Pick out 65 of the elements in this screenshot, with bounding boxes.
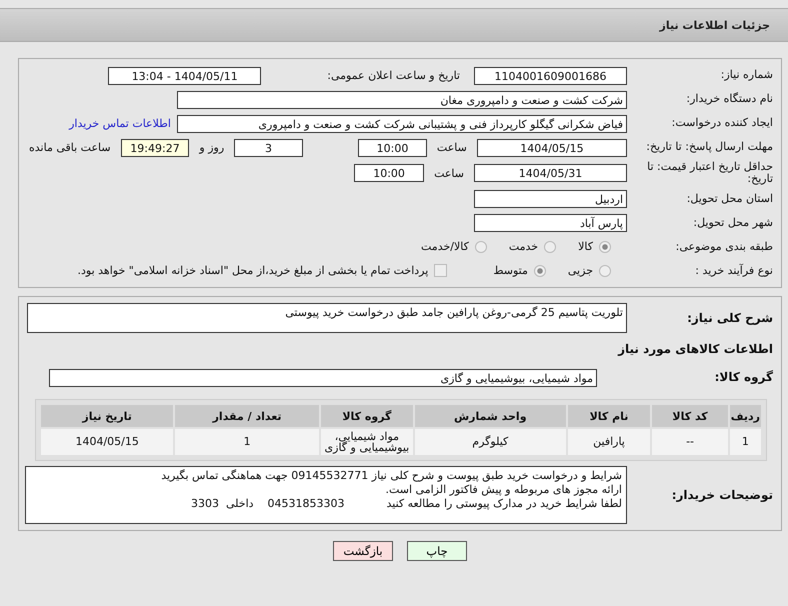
field-label: ایجاد کننده درخواست: bbox=[670, 117, 773, 130]
field-label: حداقل تاریخ اعتبار قیمت: تا تاریخ: bbox=[646, 161, 773, 186]
days-label: روز و bbox=[199, 141, 224, 154]
field-label: شهر محل تحویل: bbox=[692, 216, 773, 229]
radio-label: جزیی bbox=[568, 264, 593, 278]
radio-label: کالا bbox=[578, 240, 593, 254]
column-header: تعداد / مقدار bbox=[175, 405, 319, 428]
table-cell: 1 bbox=[175, 429, 319, 456]
column-header: گروه کالا bbox=[320, 405, 413, 428]
validity-date-field: 1404/05/31 bbox=[474, 164, 627, 182]
column-header: کد کالا bbox=[652, 405, 728, 428]
note-line: شرایط و درخواست خرید طبق پیوست و شرح کلی نیاز 09145532771 جهت هماهنگی تماس بگیرید bbox=[160, 469, 622, 484]
column-header: واحد شمارش bbox=[414, 405, 566, 428]
deadline-date-field: 1404/05/15 bbox=[476, 138, 627, 156]
goods-group-field: مواد شیمیایی، بیوشیمیایی و گازی bbox=[49, 368, 597, 387]
table-cell: 1 bbox=[730, 429, 761, 456]
remaining-time-field: 19:49:27 bbox=[120, 138, 190, 156]
radio-button[interactable] bbox=[534, 264, 546, 277]
radio-label: خدمت bbox=[508, 240, 538, 254]
field-label: توضیحات خریدار: bbox=[670, 488, 773, 502]
field-label: نام دستگاه خریدار: bbox=[685, 93, 773, 106]
need-number-field: 1104001609001686 bbox=[474, 66, 627, 84]
table-cell: -- bbox=[652, 429, 728, 456]
radio-button[interactable] bbox=[599, 240, 611, 253]
header-title: جزئیات اطلاعات نیاز bbox=[660, 18, 770, 32]
deadline-time-field: 10:00 bbox=[358, 138, 427, 156]
table-cell: 1404/05/15 bbox=[41, 429, 174, 456]
time-label: ساعت bbox=[436, 141, 467, 154]
buyer-contact-link[interactable]: اطلاعات تماس خریدار bbox=[69, 117, 171, 130]
field-label: شرح کلی نیاز: bbox=[686, 312, 773, 325]
field-label: مهلت ارسال پاسخ: تا تاریخ: bbox=[645, 141, 773, 154]
radio-label: متوسط bbox=[493, 264, 528, 278]
checkbox-label: پرداخت تمام یا بخشی از مبلغ خرید،از محل "اسناد خزانه اسلامی" خواهد بود. bbox=[78, 264, 428, 278]
description-field: تلوریت پتاسیم 25 گرمی-روغن پارافین جامد طبق درخواست خرید پیوستی bbox=[27, 303, 627, 334]
validity-time-field: 10:00 bbox=[354, 164, 424, 182]
radio-button[interactable] bbox=[544, 240, 556, 253]
radio-label: کالا/خدمت bbox=[421, 240, 469, 254]
city-field: پارس آباد bbox=[474, 214, 627, 232]
field-label: گروه کالا: bbox=[714, 371, 773, 384]
column-header: نام کالا bbox=[568, 405, 650, 428]
requester-field: فیاض شکرانی گیگلو کارپرداز فنی و پشتیبانی شرکت کشت و صنعت و دامپروری bbox=[177, 114, 627, 132]
table-cell: پارافین bbox=[568, 429, 650, 456]
buyer-org-field: شرکت کشت و صنعت و دامپروری مغان bbox=[177, 90, 627, 108]
back-button[interactable]: بازگشت bbox=[333, 541, 393, 562]
column-header: تاریخ نیاز bbox=[41, 405, 174, 428]
radio-button[interactable] bbox=[474, 240, 487, 253]
note-line: ارائه مجوز های مربوطه و پیش فاکتور الزامی است. bbox=[384, 483, 622, 498]
days-field: 3 bbox=[234, 138, 303, 156]
field-label: طبقه بندی موضوعی: bbox=[674, 240, 773, 253]
field-label: نوع فرآیند خرید : bbox=[694, 264, 773, 277]
table-cell: مواد شیمیایی، بیوشیمیایی و گازی bbox=[320, 429, 413, 456]
section-title: اطلاعات کالاهای مورد نیاز bbox=[616, 342, 773, 356]
checkbox[interactable] bbox=[434, 264, 448, 278]
remaining-label: ساعت باقی مانده bbox=[29, 141, 111, 154]
announce-date-field: 1404/05/11 - 13:04 bbox=[108, 66, 262, 84]
radio-button[interactable] bbox=[599, 264, 611, 277]
time-label: ساعت bbox=[434, 166, 464, 180]
province-field: اردبیل bbox=[474, 190, 627, 208]
field-label: تاریخ و ساعت اعلان عمومی: bbox=[327, 69, 460, 82]
field-label: شماره نیاز: bbox=[720, 69, 773, 82]
column-header: ردیف bbox=[730, 405, 761, 428]
table-cell: کیلوگرم bbox=[414, 429, 566, 456]
field-label: استان محل تحویل: bbox=[686, 192, 773, 205]
note-line: لطفا شرایط خرید در مدارک پیوستی را مطالعه کنید 04531853303 داخلی 3303 bbox=[190, 497, 622, 512]
print-button[interactable]: چاپ bbox=[407, 541, 467, 562]
